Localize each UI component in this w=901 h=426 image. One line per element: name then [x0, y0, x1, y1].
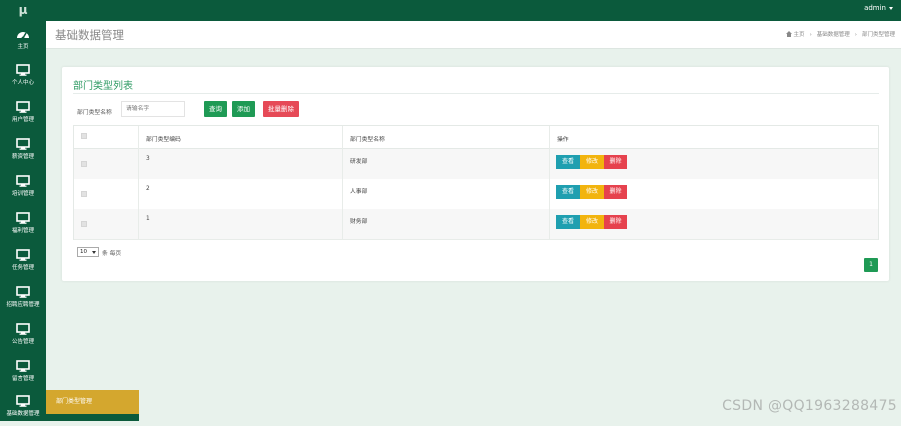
sidebar-item-label: 留言管理	[11, 376, 34, 382]
sidebar-item-messages[interactable]: 留言管理	[0, 355, 46, 391]
delete-button[interactable]: 删除	[604, 215, 627, 229]
page-title: 基础数据管理	[55, 28, 124, 42]
per-page-label: 条 每页	[102, 251, 122, 257]
add-button[interactable]: 添加	[232, 101, 255, 117]
column-divider	[138, 126, 139, 239]
column-header-actions: 操作	[557, 137, 569, 143]
chevron-right-icon: ›	[854, 32, 857, 38]
chevron-down-icon	[92, 251, 96, 254]
sidebar-item-label: 任务管理	[11, 265, 34, 271]
top-bar: μ admin	[0, 0, 901, 21]
table-row: 1 财务部 查看 修改 删除	[74, 209, 878, 240]
breadcrumb-home[interactable]: 主页	[794, 32, 805, 38]
page-button-current[interactable]: 1	[864, 258, 878, 272]
column-divider	[549, 126, 550, 239]
monitor-icon	[16, 286, 30, 298]
sidebar-item-label: 主页	[17, 44, 29, 50]
sidebar-item-training[interactable]: 培训管理	[0, 170, 46, 206]
monitor-icon	[16, 101, 30, 113]
row-name: 人事部	[350, 189, 368, 195]
view-button[interactable]: 查看	[556, 155, 580, 169]
row-name: 研发部	[350, 159, 368, 165]
search-input[interactable]	[121, 101, 185, 117]
row-code: 2	[146, 186, 150, 192]
row-code: 3	[146, 156, 150, 162]
select-all-checkbox[interactable]	[81, 133, 87, 139]
user-name: admin	[864, 4, 886, 12]
monitor-icon	[16, 64, 30, 76]
monitor-icon	[16, 138, 30, 150]
edit-button[interactable]: 修改	[580, 155, 604, 169]
caret-down-icon	[889, 6, 893, 10]
edit-button[interactable]: 修改	[580, 215, 604, 229]
breadcrumb: 主页 › 基础数据管理 › 部门类型管理	[785, 30, 895, 38]
sidebar-item-salary[interactable]: 薪资管理	[0, 133, 46, 169]
delete-button[interactable]: 删除	[604, 185, 627, 199]
page-size-select[interactable]: 10	[77, 247, 99, 257]
sidebar-item-welfare[interactable]: 福利管理	[0, 207, 46, 243]
sidebar-item-label: 薪资管理	[11, 154, 34, 160]
sidebar-item-recruitment[interactable]: 招聘应聘管理	[0, 281, 46, 317]
sidebar-item-label: 基础数据管理	[6, 411, 40, 417]
row-checkbox[interactable]	[81, 191, 87, 197]
page-size-value: 10	[80, 249, 87, 255]
divider	[73, 93, 879, 94]
chevron-right-icon: ›	[809, 32, 812, 38]
monitor-icon	[16, 360, 30, 372]
page-header: 基础数据管理 主页 › 基础数据管理 › 部门类型管理	[46, 21, 901, 49]
monitor-icon	[16, 175, 30, 187]
sidebar-item-notices[interactable]: 公告管理	[0, 318, 46, 354]
sidebar-item-home[interactable]: 主页	[0, 23, 46, 59]
row-code: 1	[146, 216, 150, 222]
sidebar-item-label: 用户管理	[11, 117, 34, 123]
table-row: 2 人事部 查看 修改 删除	[74, 179, 878, 210]
monitor-icon	[16, 395, 30, 407]
sidebar-item-label: 公告管理	[11, 339, 34, 345]
panel-title: 部门类型列表	[73, 81, 133, 92]
app-logo[interactable]: μ	[0, 0, 46, 21]
row-checkbox[interactable]	[81, 161, 87, 167]
query-button[interactable]: 查询	[204, 101, 227, 117]
view-button[interactable]: 查看	[556, 215, 580, 229]
delete-button[interactable]: 删除	[604, 155, 627, 169]
home-icon	[785, 31, 792, 37]
column-header-name: 部门类型名称	[350, 137, 385, 143]
sidebar-item-label: 福利管理	[11, 228, 34, 234]
sidebar-item-profile[interactable]: 个人中心	[0, 59, 46, 95]
table-header: 部门类型编码 部门类型名称 操作	[74, 126, 878, 149]
submenu-item-department-type[interactable]: 部门类型管理	[46, 390, 139, 414]
row-name: 财务部	[350, 219, 368, 225]
dashboard-icon	[17, 32, 29, 40]
data-table: 部门类型编码 部门类型名称 操作 3 研发部 查看 修改 删除 2 人事部 查看…	[73, 125, 879, 240]
monitor-icon	[16, 212, 30, 224]
column-divider	[342, 126, 343, 239]
edit-button[interactable]: 修改	[580, 185, 604, 199]
search-label: 部门类型名称	[77, 110, 112, 116]
user-menu[interactable]: admin	[864, 0, 893, 21]
column-header-code: 部门类型编码	[146, 137, 181, 143]
monitor-icon	[16, 323, 30, 335]
sidebar-item-label: 个人中心	[11, 80, 34, 86]
breadcrumb-current: 部门类型管理	[861, 32, 895, 38]
monitor-icon	[16, 249, 30, 261]
sidebar-item-tasks[interactable]: 任务管理	[0, 244, 46, 280]
row-checkbox[interactable]	[81, 221, 87, 227]
sidebar-item-users[interactable]: 用户管理	[0, 96, 46, 132]
watermark: CSDN @QQ1963288475	[722, 398, 897, 414]
submenu-background	[46, 414, 139, 421]
table-row: 3 研发部 查看 修改 删除	[74, 149, 878, 180]
sidebar-item-label: 培训管理	[11, 191, 34, 197]
view-button[interactable]: 查看	[556, 185, 580, 199]
list-panel: 部门类型列表 部门类型名称 查询 添加 批量删除 部门类型编码 部门类型名称 操…	[62, 67, 889, 281]
breadcrumb-basic-data[interactable]: 基础数据管理	[817, 32, 850, 38]
batch-delete-button[interactable]: 批量删除	[263, 101, 299, 117]
sidebar: 主页 个人中心 用户管理 薪资管理 培训管理 福利管理 任务管理 招聘应聘管理 …	[0, 21, 46, 421]
sidebar-item-label: 招聘应聘管理	[6, 302, 40, 308]
